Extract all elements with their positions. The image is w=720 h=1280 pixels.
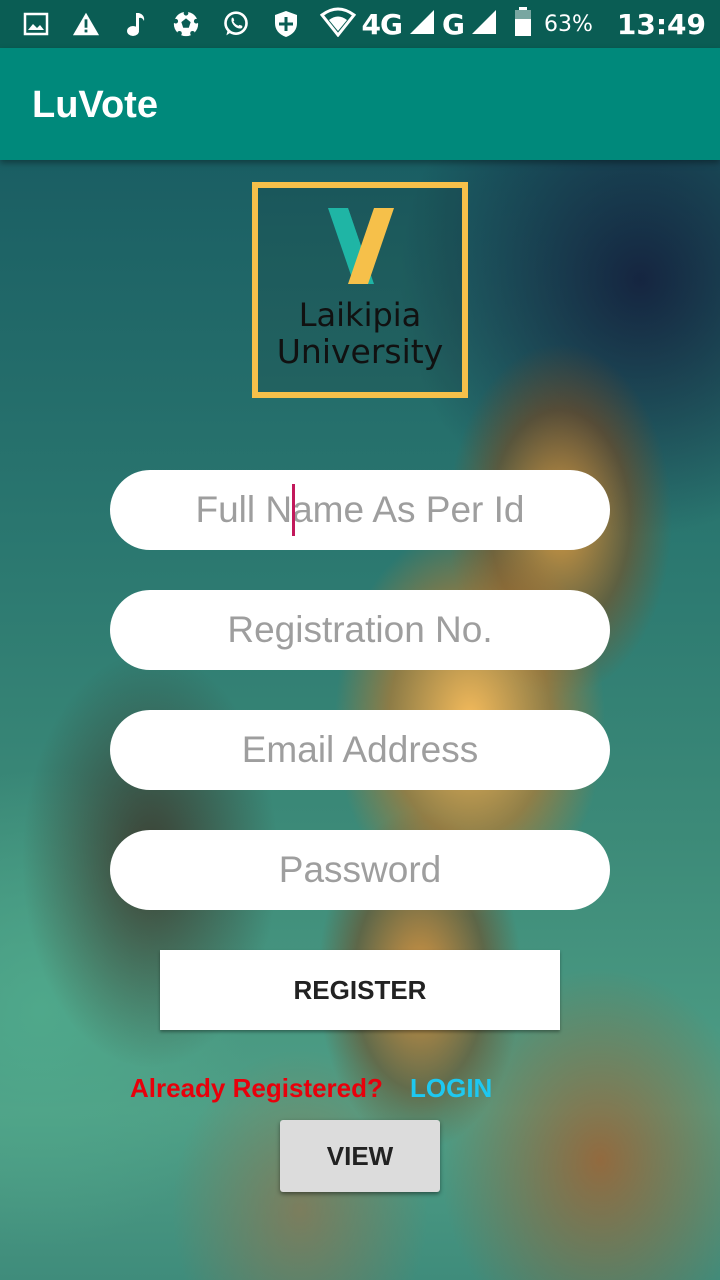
registration-no-input[interactable] [110,589,610,671]
university-logo: Laikipia University [252,182,468,398]
full-name-field-container [110,469,610,551]
password-field-container [110,829,610,911]
clock: 13:49 [616,7,706,41]
logo-text-line2: University [276,332,444,371]
view-button[interactable]: VIEW [280,1120,440,1192]
logo-x-mark [328,208,394,284]
app-bar: LuVote [0,48,720,160]
wifi-icon [319,7,356,41]
status-right: 4G G 63% 13:49 [319,0,706,48]
registration-no-field-container [110,589,610,671]
network-type-2: G [441,7,465,41]
full-name-input[interactable] [110,469,610,551]
battery-percent: 63% [543,11,593,37]
logo-text-line1: Laikipia [298,296,422,334]
email-input[interactable] [110,709,610,791]
shield-plus-icon [272,10,300,38]
network-type-1: 4G [361,7,403,41]
password-input[interactable] [110,829,610,911]
warning-icon [72,10,100,38]
notification-icons [22,6,300,42]
battery-icon [514,7,532,41]
music-note-icon [122,10,150,38]
email-field-container [110,709,610,791]
signal-icon-1 [408,8,436,40]
status-bar: 4G G 63% 13:49 [0,0,720,48]
text-cursor [292,484,295,536]
app-title: LuVote [32,84,158,126]
login-link[interactable]: LOGIN [410,1073,492,1104]
already-registered-text: Already Registered? [130,1073,383,1103]
soccer-ball-icon [172,10,200,38]
image-icon [22,10,50,38]
register-button[interactable]: REGISTER [160,950,560,1030]
whatsapp-icon [222,10,250,38]
signal-icon-2 [470,8,498,40]
